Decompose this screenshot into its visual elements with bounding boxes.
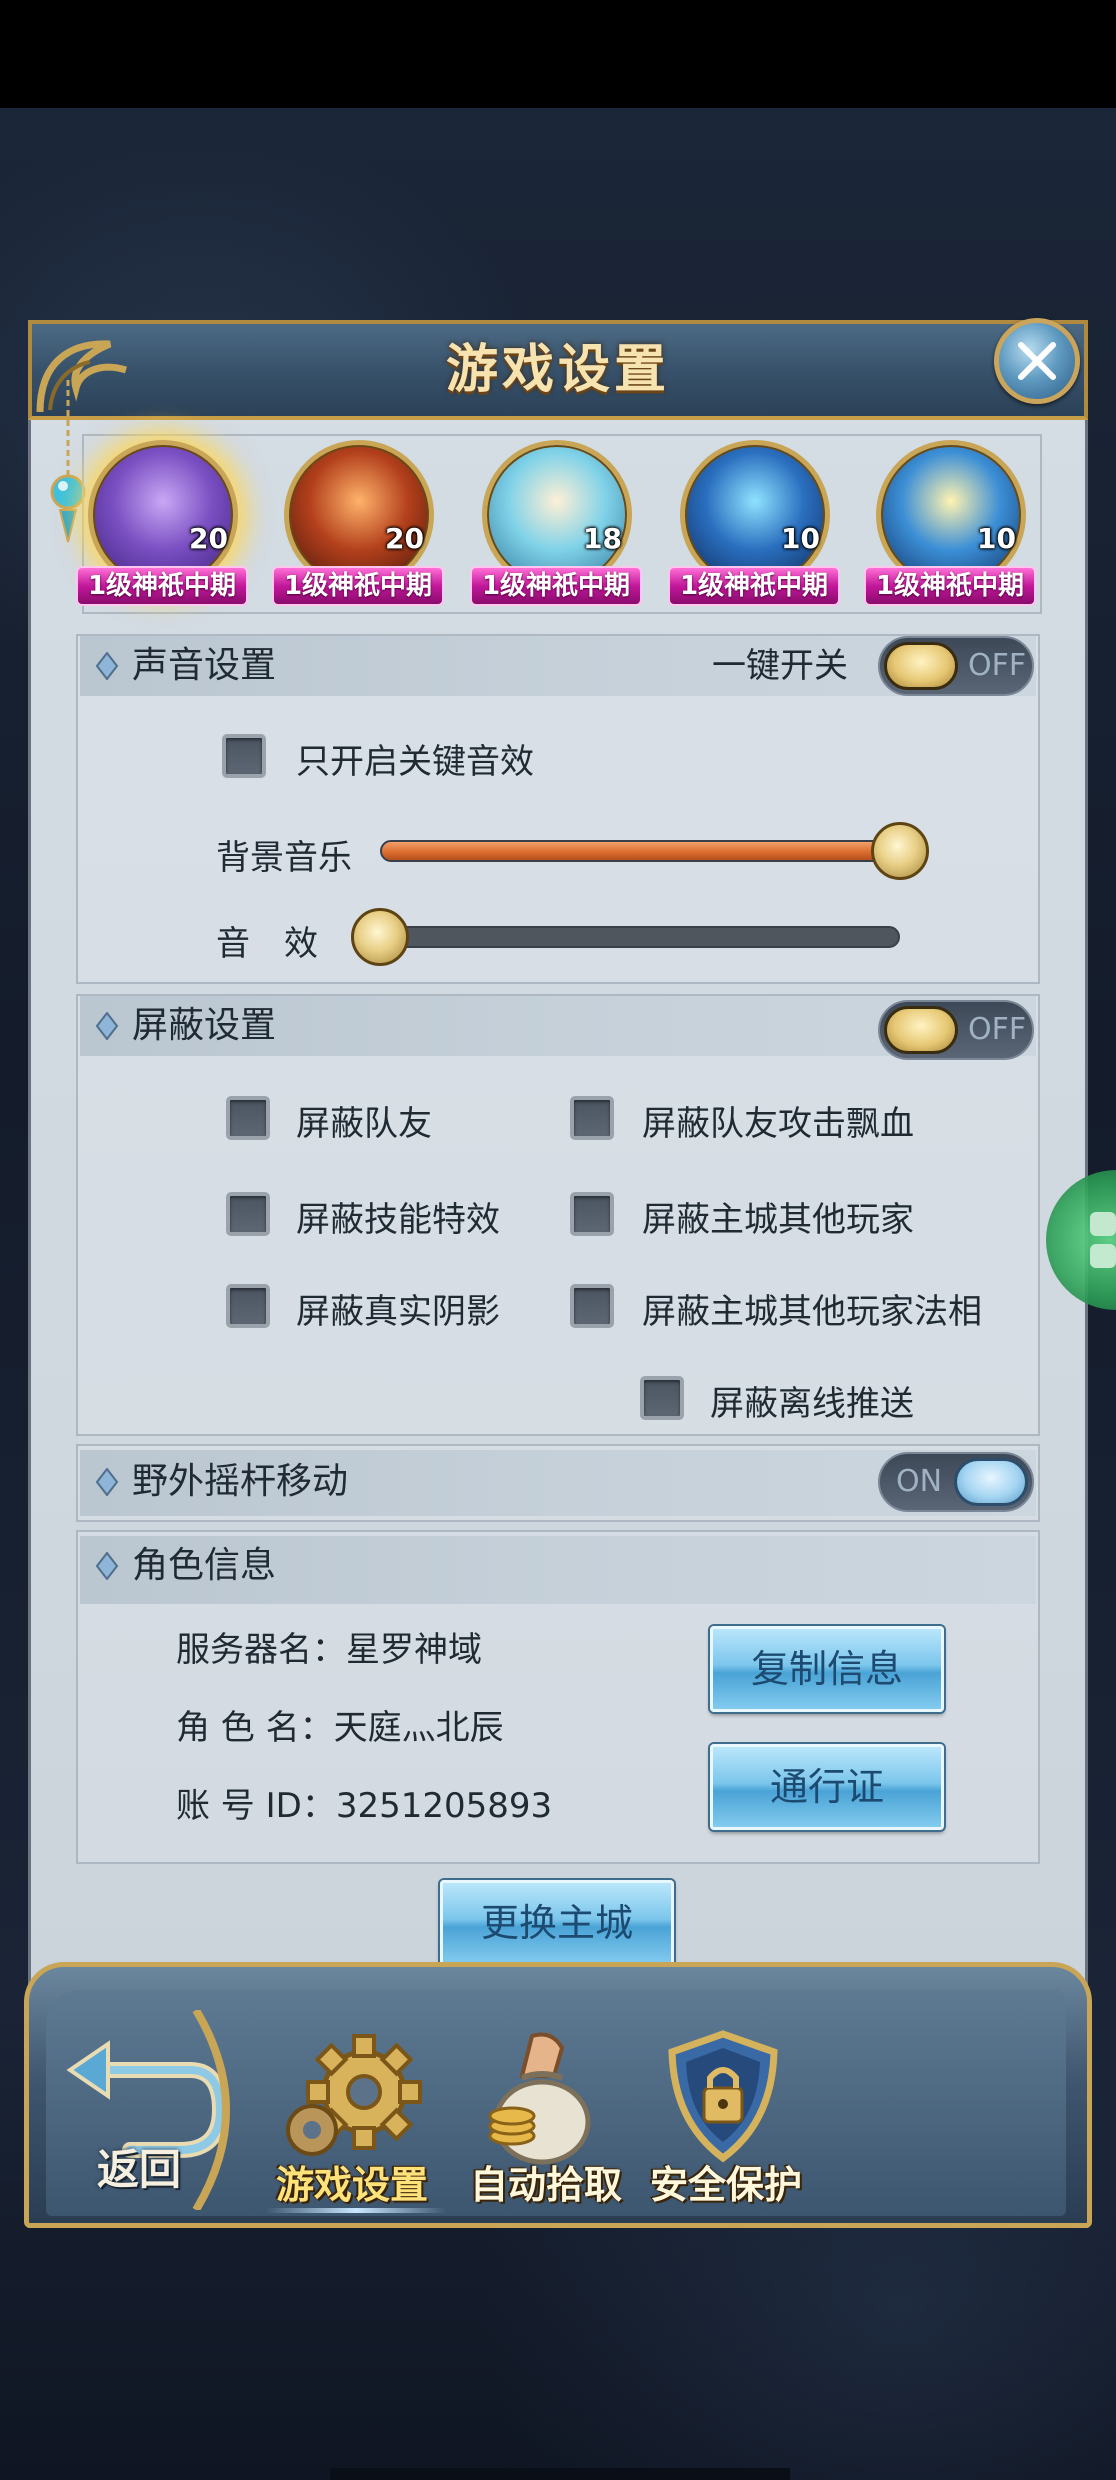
close-icon — [1018, 342, 1056, 380]
gesture-bar — [330, 2468, 790, 2480]
toggle-knob — [884, 1006, 958, 1054]
close-button[interactable] — [994, 318, 1080, 404]
toggle-knob — [954, 1458, 1028, 1506]
avatar-tag-4: 1级神祇中期 — [668, 566, 840, 606]
toggle-state: OFF — [968, 648, 1027, 683]
pass-button[interactable]: 通行证 — [710, 1744, 944, 1830]
toggle-knob — [884, 642, 958, 690]
block-master-toggle[interactable]: OFF — [878, 1000, 1034, 1060]
block-city-players-checkbox[interactable] — [570, 1192, 614, 1236]
tab-game-settings[interactable]: 游戏设置 — [252, 2154, 452, 2209]
block-teammates-checkbox[interactable] — [226, 1096, 270, 1140]
block-option-label: 屏蔽技能特效 — [296, 1200, 500, 1240]
joystick-title: 野外摇杆移动 — [132, 1461, 349, 1502]
diamond-icon — [96, 1552, 118, 1580]
block-settings-title: 屏蔽设置 — [132, 1005, 277, 1046]
role-info-title: 角色信息 — [132, 1545, 277, 1586]
sound-master-label: 一键开关 — [712, 646, 848, 686]
sound-settings-title: 声音设置 — [132, 645, 277, 686]
active-tab-indicator — [266, 2208, 446, 2213]
avatar-tag-5: 1级神祇中期 — [864, 566, 1036, 606]
bgm-slider[interactable] — [380, 840, 900, 862]
block-teammate-damage-checkbox[interactable] — [570, 1096, 614, 1140]
tab-security[interactable]: 安全保护 — [626, 2154, 826, 2209]
block-option-label: 屏蔽真实阴影 — [296, 1292, 500, 1332]
block-skill-effects-checkbox[interactable] — [226, 1192, 270, 1236]
toggle-state: OFF — [968, 1012, 1027, 1047]
block-option-label: 屏蔽队友 — [296, 1104, 432, 1144]
server-name: 服务器名：星罗神域 — [176, 1630, 482, 1670]
block-city-players-avatar-checkbox[interactable] — [570, 1284, 614, 1328]
shield-lock-icon[interactable] — [648, 2026, 798, 2166]
avatar-tag-2: 1级神祇中期 — [272, 566, 444, 606]
status-bar — [0, 0, 1116, 108]
key-sound-only-label: 只开启关键音效 — [296, 742, 534, 782]
bgm-slider-handle[interactable] — [871, 822, 929, 880]
sfx-slider[interactable] — [380, 926, 900, 948]
diamond-icon — [96, 1012, 118, 1040]
avatar-level-2: 20 — [385, 522, 424, 555]
avatar-tag-1: 1级神祇中期 — [76, 566, 248, 606]
block-option-label: 屏蔽离线推送 — [710, 1384, 914, 1424]
diamond-icon — [96, 1468, 118, 1496]
tab-auto-pickup[interactable]: 自动拾取 — [446, 2154, 646, 2209]
bgm-label: 背景音乐 — [216, 838, 352, 878]
sfx-slider-handle[interactable] — [351, 908, 409, 966]
avatar-level-5: 10 — [977, 522, 1016, 555]
role-name: 角 色 名：天庭灬北辰 — [176, 1708, 504, 1748]
block-option-label: 屏蔽队友攻击飘血 — [642, 1104, 914, 1144]
money-bag-icon[interactable] — [462, 2026, 612, 2166]
copy-info-button[interactable]: 复制信息 — [710, 1626, 944, 1712]
avatar-level-3: 18 — [583, 522, 622, 555]
avatar-level-4: 10 — [781, 522, 820, 555]
avatar-level-1: 20 — [189, 522, 228, 555]
sfx-label: 音 效 — [216, 924, 318, 964]
block-real-shadow-checkbox[interactable] — [226, 1284, 270, 1328]
key-sound-only-checkbox[interactable] — [222, 734, 266, 778]
dialog-title: 游戏设置 — [445, 340, 670, 400]
block-offline-push-checkbox[interactable] — [640, 1376, 684, 1420]
block-option-label: 屏蔽主城其他玩家 — [642, 1200, 914, 1240]
block-option-label: 屏蔽主城其他玩家法相 — [642, 1292, 982, 1332]
change-city-button[interactable]: 更换主城 — [440, 1880, 674, 1966]
toggle-state: ON — [896, 1464, 943, 1499]
back-button-label[interactable]: 返回 — [84, 2136, 194, 2197]
account-id: 账 号 ID：3251205893 — [176, 1786, 553, 1826]
sound-master-toggle[interactable]: OFF — [878, 636, 1034, 696]
joystick-toggle[interactable]: ON — [878, 1452, 1034, 1512]
diamond-icon — [96, 652, 118, 680]
bgm-slider-fill — [382, 842, 898, 860]
avatar-tag-3: 1级神祇中期 — [470, 566, 642, 606]
gear-icon[interactable] — [276, 2030, 426, 2170]
